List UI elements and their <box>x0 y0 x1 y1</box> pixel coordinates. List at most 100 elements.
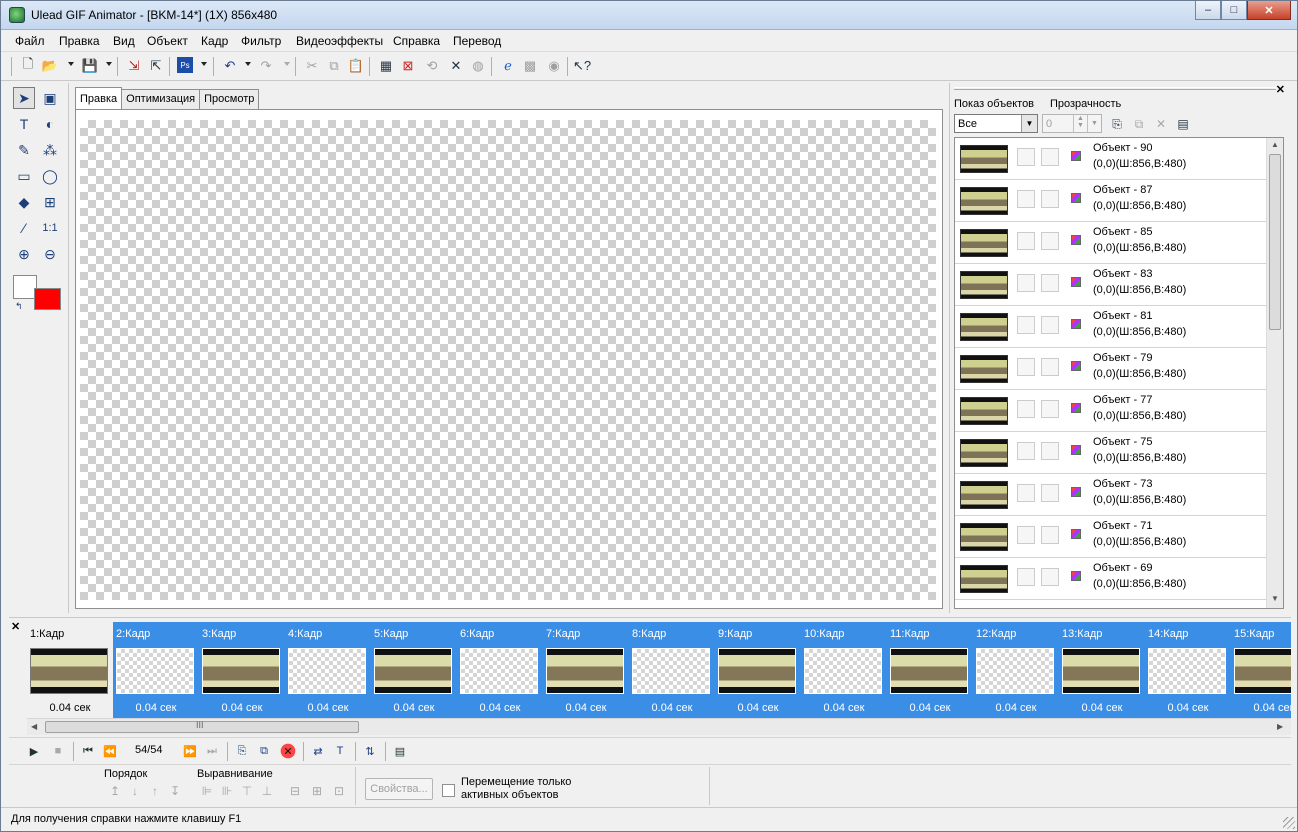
banner-text-icon[interactable]: T <box>331 742 349 760</box>
send-backward-icon[interactable]: ↓ <box>127 783 143 799</box>
menu-edit[interactable]: Правка <box>59 34 100 48</box>
scroll-right-icon[interactable]: ▶ <box>1277 722 1283 731</box>
redo-dropdown-icon[interactable] <box>284 62 290 66</box>
object-row[interactable]: Объект - 90 (0,0)(Ш:856,В:480) <box>955 138 1267 180</box>
object-visibility-toggle[interactable] <box>1017 148 1035 166</box>
frames-horizontal-scrollbar[interactable]: ◀ III ▶ <box>27 718 1291 735</box>
frame-item[interactable]: 3:Кадр 0.04 сек <box>199 622 285 718</box>
photoshop-icon[interactable]: Ps <box>177 57 193 73</box>
object-lock-toggle[interactable] <box>1041 442 1059 460</box>
tab-preview[interactable]: Просмотр <box>199 89 260 109</box>
panel-grip[interactable] <box>954 87 1276 90</box>
frame-delay[interactable]: 0.04 сек <box>371 702 457 714</box>
object-visibility-toggle[interactable] <box>1017 568 1035 586</box>
align-left-icon[interactable]: ⊫ <box>199 783 215 799</box>
foreground-color-swatch[interactable] <box>34 288 61 310</box>
frame-item[interactable]: 12:Кадр 0.04 сек <box>973 622 1059 718</box>
object-lock-toggle[interactable] <box>1041 148 1059 166</box>
object-properties-icon[interactable]: ▤ <box>1174 115 1192 133</box>
frame-delay[interactable]: 0.04 сек <box>801 702 887 714</box>
object-lock-toggle[interactable] <box>1041 484 1059 502</box>
menu-help[interactable]: Справка <box>393 34 440 48</box>
object-visibility-toggle[interactable] <box>1017 316 1035 334</box>
object-row[interactable]: Объект - 69 (0,0)(Ш:856,В:480) <box>955 558 1267 600</box>
show-objects-select[interactable]: Все ▼ <box>954 114 1038 133</box>
next-frame-icon[interactable]: ⏩ <box>181 742 199 760</box>
delete-frame-icon[interactable]: ✕ <box>279 742 297 760</box>
frame-item[interactable]: 7:Кадр 0.04 сек <box>543 622 629 718</box>
copy-icon[interactable]: ⧉ <box>325 57 343 75</box>
save-icon[interactable]: 💾 <box>81 57 99 75</box>
paste-icon[interactable]: 📋 <box>347 57 365 75</box>
object-visibility-toggle[interactable] <box>1017 358 1035 376</box>
menu-view[interactable]: Вид <box>113 34 135 48</box>
menu-translate[interactable]: Перевод <box>453 34 501 48</box>
object-visibility-toggle[interactable] <box>1017 190 1035 208</box>
context-help-icon[interactable]: ↖? <box>573 57 591 75</box>
title-bar[interactable]: Ulead GIF Animator - [BKM-14*] (1X) 856x… <box>1 1 1297 30</box>
object-visibility-toggle[interactable] <box>1017 400 1035 418</box>
frame-delay[interactable]: 0.04 сек <box>113 702 199 714</box>
align-center-icon[interactable]: ⊪ <box>219 783 235 799</box>
swap-colors-icon[interactable]: ↰ <box>15 301 23 312</box>
frame-item[interactable]: 4:Кадр 0.04 сек <box>285 622 371 718</box>
object-lock-toggle[interactable] <box>1041 232 1059 250</box>
menu-frame[interactable]: Кадр <box>201 34 228 48</box>
object-row[interactable]: Объект - 83 (0,0)(Ш:856,В:480) <box>955 264 1267 306</box>
frame-item[interactable]: 6:Кадр 0.04 сек <box>457 622 543 718</box>
object-select-tool-icon[interactable]: ▣ <box>39 87 61 109</box>
delete-icon[interactable]: ✕ <box>447 57 465 75</box>
delete-object-icon[interactable]: ✕ <box>1152 115 1170 133</box>
optimize-icon[interactable]: ◍ <box>469 57 487 75</box>
last-frame-icon[interactable]: ⏭ <box>203 742 221 760</box>
frame-properties-icon[interactable]: ▤ <box>391 742 409 760</box>
text-tool-icon[interactable]: T <box>13 113 35 135</box>
object-lock-toggle[interactable] <box>1041 568 1059 586</box>
crop-icon[interactable]: ▦ <box>377 57 395 75</box>
duplicate-object-icon[interactable]: ⧉ <box>1130 115 1148 133</box>
menu-filter[interactable]: Фильтр <box>241 34 281 48</box>
object-visibility-toggle[interactable] <box>1017 274 1035 292</box>
opacity-spinner[interactable]: 0 ▲ ▼ ▼ <box>1042 114 1102 133</box>
align-top-icon[interactable]: ⊤ <box>239 783 255 799</box>
object-row[interactable]: Объект - 73 (0,0)(Ш:856,В:480) <box>955 474 1267 516</box>
object-row[interactable]: Объект - 79 (0,0)(Ш:856,В:480) <box>955 348 1267 390</box>
align-bottom-icon[interactable]: ⊥ <box>259 783 275 799</box>
frame-delay[interactable]: 0.04 сек <box>1059 702 1145 714</box>
rotate-icon[interactable]: ⟲ <box>423 57 441 75</box>
object-visibility-toggle[interactable] <box>1017 484 1035 502</box>
frame-delay[interactable]: 0.04 сек <box>27 702 113 714</box>
send-to-back-icon[interactable]: ↧ <box>167 783 183 799</box>
web-icon[interactable]: ◉ <box>545 57 563 75</box>
bring-to-front-icon[interactable]: ↥ <box>107 783 123 799</box>
previous-frame-icon[interactable]: ⏪ <box>101 742 119 760</box>
spinner-arrows-icon[interactable]: ▲ ▼ <box>1073 115 1087 132</box>
frames-scroll-thumb[interactable]: III <box>45 720 359 733</box>
frame-item[interactable]: 8:Кадр 0.04 сек <box>629 622 715 718</box>
scroll-left-icon[interactable]: ◀ <box>31 722 37 731</box>
menu-object[interactable]: Объект <box>147 34 188 48</box>
align-vertical-center-icon[interactable]: ⊞ <box>309 783 325 799</box>
object-row[interactable]: Объект - 71 (0,0)(Ш:856,В:480) <box>955 516 1267 558</box>
duplicate-frame-icon[interactable]: ⧉ <box>255 742 273 760</box>
menu-file[interactable]: Файл <box>15 34 45 48</box>
frame-item[interactable]: 1:Кадр 0.04 сек <box>27 622 113 718</box>
frame-delay[interactable]: 0.04 сек <box>629 702 715 714</box>
move-active-only-checkbox[interactable] <box>442 784 455 797</box>
object-lock-toggle[interactable] <box>1041 190 1059 208</box>
lasso-tool-icon[interactable]: ◯ <box>39 165 61 187</box>
objects-vertical-scrollbar[interactable]: ▲ ▼ <box>1266 138 1283 608</box>
frame-delay[interactable]: 0.04 сек <box>199 702 285 714</box>
frame-delay[interactable]: 0.04 сек <box>887 702 973 714</box>
objects-scroll-thumb[interactable] <box>1269 154 1281 330</box>
magic-wand-tool-icon[interactable]: ⁂ <box>39 139 61 161</box>
maximize-button[interactable]: □ <box>1221 1 1247 20</box>
new-file-icon[interactable]: 🗋 <box>19 56 37 75</box>
eyedropper-tool-icon[interactable]: ⁄ <box>13 217 35 239</box>
object-row[interactable]: Объект - 85 (0,0)(Ш:856,В:480) <box>955 222 1267 264</box>
frame-item[interactable]: 10:Кадр 0.04 сек <box>801 622 887 718</box>
object-row[interactable]: Объект - 81 (0,0)(Ш:856,В:480) <box>955 306 1267 348</box>
image-canvas[interactable] <box>80 120 936 600</box>
object-row[interactable]: Объект - 77 (0,0)(Ш:856,В:480) <box>955 390 1267 432</box>
align-middle-icon[interactable]: ⊟ <box>287 783 303 799</box>
